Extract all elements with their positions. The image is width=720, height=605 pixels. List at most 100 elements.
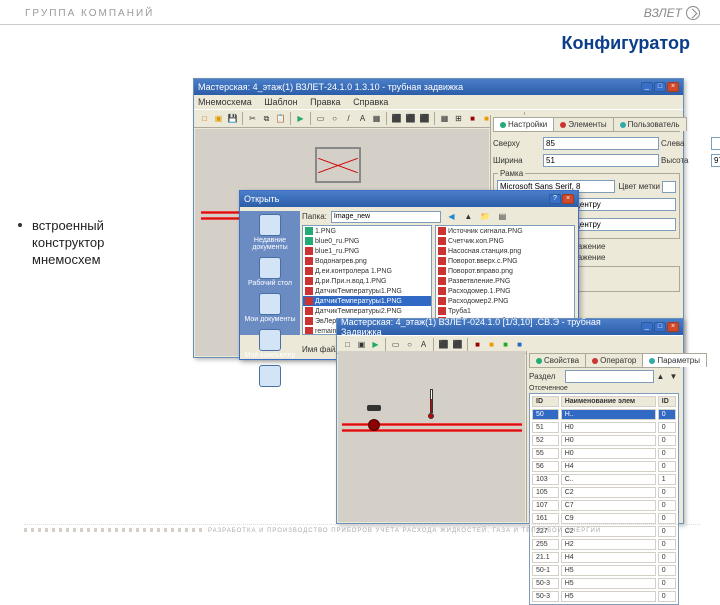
dialog-titlebar[interactable]: Открыть ?× <box>240 191 578 207</box>
file-item[interactable]: Поворот.вправо.png <box>436 266 574 276</box>
tb2-icon-6[interactable]: A <box>417 338 430 351</box>
table-cell[interactable]: 0 <box>658 448 676 459</box>
table-cell[interactable]: Н0 <box>561 435 656 446</box>
tab-elements[interactable]: Элементы <box>553 117 613 131</box>
file-item[interactable]: Расходомер2.PNG <box>436 296 574 306</box>
tab-operator[interactable]: Оператор <box>585 353 643 367</box>
dialog-help-button[interactable]: ? <box>549 194 561 204</box>
table-cell[interactable]: 50 <box>532 409 559 420</box>
tb-circle-icon[interactable]: ○ <box>328 112 341 125</box>
tb-image-icon[interactable]: ▦ <box>370 112 383 125</box>
tb-front-icon[interactable]: ■ <box>466 112 479 125</box>
sidebar-network[interactable]: Сетевое окружение <box>240 362 300 405</box>
table-header[interactable]: ID <box>532 396 559 407</box>
table-cell[interactable]: 50-3 <box>532 578 559 589</box>
tb2-icon-12[interactable]: ■ <box>513 338 526 351</box>
tb2-icon-2[interactable]: ▣ <box>355 338 368 351</box>
file-item[interactable]: blue0_ru.PNG <box>303 236 431 246</box>
table-cell[interactable]: 52 <box>532 435 559 446</box>
canvas-2[interactable] <box>338 351 525 522</box>
table-cell[interactable]: 0 <box>658 461 676 472</box>
tb-save-icon[interactable]: 💾 <box>226 112 239 125</box>
table-cell[interactable]: 107 <box>532 500 559 511</box>
input-height[interactable] <box>711 154 720 167</box>
titlebar-2[interactable]: Мастерская: 4_этаж(1) ВЗЛЕТ-024.1.0 [1/3… <box>337 319 683 335</box>
table-cell[interactable]: 1 <box>658 474 676 485</box>
table-cell[interactable]: С.. <box>561 474 656 485</box>
sidebar-desktop[interactable]: Рабочий стол <box>240 254 300 290</box>
thermometer-icon[interactable] <box>428 389 434 419</box>
tb-snap-icon[interactable]: ⊞ <box>452 112 465 125</box>
table-cell[interactable]: 55 <box>532 448 559 459</box>
newfolder-icon[interactable]: 📁 <box>479 210 492 223</box>
table-cell[interactable]: С2 <box>561 487 656 498</box>
table-cell[interactable]: 105 <box>532 487 559 498</box>
table-cell[interactable]: Н5 <box>561 591 656 602</box>
table-cell[interactable]: 103 <box>532 474 559 485</box>
tb-align-center-icon[interactable]: ⬛ <box>404 112 417 125</box>
close-button[interactable]: × <box>667 82 679 92</box>
menu-help[interactable]: Справка <box>353 97 388 107</box>
close-button-2[interactable]: × <box>667 322 679 332</box>
tab-props-2[interactable]: Свойства <box>529 353 586 367</box>
file-item[interactable]: ДатчикТемпературы1.PNG <box>303 286 431 296</box>
dialog-close-button[interactable]: × <box>562 194 574 204</box>
input-top[interactable] <box>543 137 659 150</box>
table-cell[interactable]: 0 <box>658 435 676 446</box>
tb-line-icon[interactable]: / <box>342 112 355 125</box>
table-cell[interactable]: Н.. <box>561 409 656 420</box>
tb2-icon-9[interactable]: ■ <box>471 338 484 351</box>
table-cell[interactable]: 0 <box>658 565 676 576</box>
tb2-icon-5[interactable]: ○ <box>403 338 416 351</box>
tb2-icon-3[interactable]: ▶ <box>369 338 382 351</box>
table-cell[interactable]: 56 <box>532 461 559 472</box>
table-cell[interactable]: С9 <box>561 513 656 524</box>
tb2-icon-11[interactable]: ■ <box>499 338 512 351</box>
titlebar-1[interactable]: Мастерская: 4_этаж(1) ВЗЛЕТ-24.1.0 1.3.1… <box>194 79 683 95</box>
minimize-button[interactable]: _ <box>641 82 653 92</box>
tb-copy-icon[interactable]: ⧉ <box>260 112 273 125</box>
tb-align-right-icon[interactable]: ⬛ <box>418 112 431 125</box>
table-cell[interactable]: Н2 <box>561 539 656 550</box>
table-cell[interactable]: Н4 <box>561 461 656 472</box>
color-swatch[interactable] <box>662 181 676 193</box>
table-cell[interactable]: 21.1 <box>532 552 559 563</box>
table-cell[interactable]: Н0 <box>561 422 656 433</box>
up-icon[interactable]: ▲ <box>462 210 475 223</box>
menu-edit[interactable]: Правка <box>310 97 340 107</box>
tb2-icon-10[interactable]: ■ <box>485 338 498 351</box>
table-cell[interactable]: 0 <box>658 513 676 524</box>
table-cell[interactable]: С7 <box>561 500 656 511</box>
tb-grid-icon[interactable]: ▦ <box>438 112 451 125</box>
tb-cut-icon[interactable]: ✂ <box>246 112 259 125</box>
table-header[interactable]: Наименование элем <box>561 396 656 407</box>
file-item[interactable]: Источник сигнала.PNG <box>436 226 574 236</box>
table-cell[interactable]: 51 <box>532 422 559 433</box>
tb2-icon-7[interactable]: ⬛ <box>437 338 450 351</box>
viewmode-icon[interactable]: ▤ <box>496 210 509 223</box>
tab-params[interactable]: Параметры <box>642 353 707 367</box>
table-cell[interactable]: 0 <box>658 422 676 433</box>
back-icon[interactable]: ◀ <box>445 210 458 223</box>
papka-select[interactable] <box>331 211 441 223</box>
tb2-icon-8[interactable]: ⬛ <box>451 338 464 351</box>
table-cell[interactable]: 50-3 <box>532 591 559 602</box>
file-item[interactable]: Водонагрев.png <box>303 256 431 266</box>
table-cell[interactable]: Н0 <box>561 448 656 459</box>
tb-play-icon[interactable]: ▶ <box>294 112 307 125</box>
menu-mnemo[interactable]: Мнемосхема <box>198 97 252 107</box>
tb2-icon-1[interactable]: □ <box>341 338 354 351</box>
table-cell[interactable]: Н4 <box>561 552 656 563</box>
file-item[interactable]: Насосная.станция.png <box>436 246 574 256</box>
down-icon-2[interactable]: ▼ <box>667 370 680 383</box>
up-icon-2[interactable]: ▲ <box>654 370 667 383</box>
table-cell[interactable]: 0 <box>658 552 676 563</box>
sidebar-docs[interactable]: Мои документы <box>240 290 300 326</box>
file-item[interactable]: ДатчикТемпературы1.PNG <box>303 296 431 306</box>
valve-2-icon[interactable] <box>364 405 384 429</box>
table-cell[interactable]: Н5 <box>561 578 656 589</box>
file-item[interactable]: Расходомер.1.PNG <box>436 286 574 296</box>
file-item[interactable]: blue1_ru.PNG <box>303 246 431 256</box>
tb-text-icon[interactable]: A <box>356 112 369 125</box>
table-header[interactable]: ID <box>658 396 676 407</box>
